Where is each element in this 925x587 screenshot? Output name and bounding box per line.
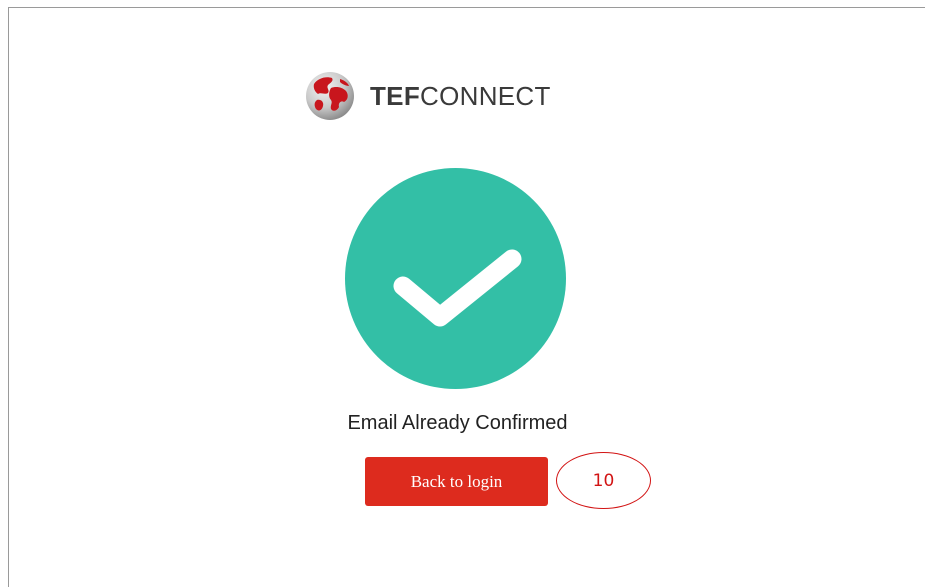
back-to-login-button[interactable]: Back to login (365, 457, 548, 506)
annotation-label: 10 (592, 470, 615, 491)
brand-logo: TEFCONNECT (304, 70, 551, 122)
globe-icon (306, 72, 354, 120)
brand-name: TEFCONNECT (370, 81, 551, 112)
check-circle-icon (345, 168, 566, 389)
status-message: Email Already Confirmed (347, 412, 568, 434)
brand-name-regular: CONNECT (420, 80, 551, 111)
brand-name-bold: TEF (370, 80, 421, 111)
annotation-badge: 10 (556, 452, 651, 509)
